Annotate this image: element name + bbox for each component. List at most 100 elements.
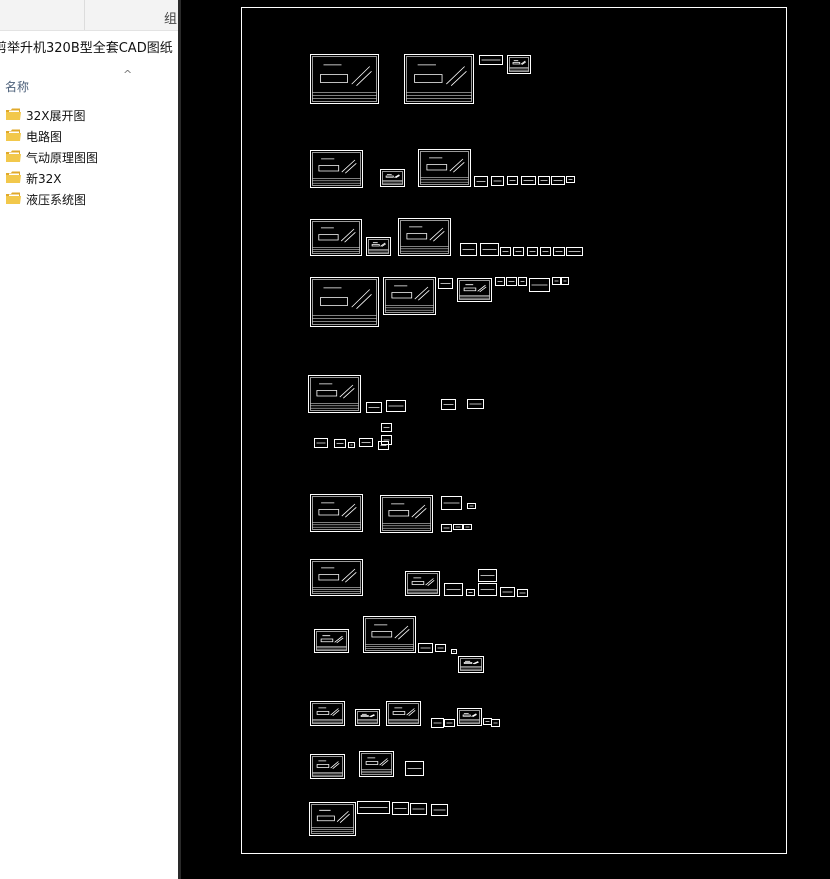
sheet-frame (386, 701, 421, 726)
sheet-sketch (320, 64, 372, 86)
drawing-sheet (357, 801, 390, 814)
sheet-sketch (318, 567, 357, 583)
sheet-frame (380, 495, 433, 533)
list-item[interactable]: 气动原理图图 (0, 147, 178, 168)
drawing-sheet (453, 524, 463, 530)
drawing-sheet (451, 649, 457, 654)
folder-icon (6, 171, 21, 183)
ribbon-toolbar: 组 (0, 0, 180, 31)
sheet-frame (309, 802, 356, 836)
window: 组 剪举升机320B型全套CAD图纸 名称 ^ 32X展开图 电路图 气动原理图… (0, 0, 830, 879)
drawing-sheet (553, 247, 565, 256)
sheet-inner-frame (368, 239, 389, 254)
drawing-sheet (518, 277, 527, 286)
sheet-frame (310, 219, 362, 256)
file-name: 32X展开图 (26, 109, 86, 123)
sheet-sketch (512, 60, 526, 65)
drawing-sheet (359, 438, 373, 447)
drawing-sheet (310, 559, 363, 596)
sheet-sketch (371, 624, 410, 640)
file-name: 新32X (26, 172, 62, 186)
address-bar[interactable]: 剪举升机320B型全套CAD图纸 (0, 36, 180, 62)
folder-icon (6, 129, 21, 141)
sheet-frame (310, 559, 363, 596)
sheet-frame (398, 218, 451, 256)
drawing-sheet (480, 243, 499, 256)
drawing-sheet (441, 399, 456, 410)
file-explorer-pane: 组 剪举升机320B型全套CAD图纸 名称 ^ 32X展开图 电路图 气动原理图… (0, 0, 180, 879)
drawing-sheet (381, 423, 392, 432)
drawing-sheet (314, 629, 349, 653)
drawing-sheet (398, 218, 451, 256)
sheet-inner-frame (312, 221, 360, 254)
sheet-inner-frame (311, 804, 354, 834)
sheet-sketch (318, 502, 357, 518)
sheet-frame (355, 709, 380, 726)
drawing-sheet (380, 169, 405, 187)
drawing-sheet (444, 719, 455, 727)
sheet-sketch (391, 285, 430, 301)
sheet-sketch (371, 242, 386, 247)
drawing-sheet (478, 569, 497, 582)
drawing-sheet (435, 644, 446, 652)
sheet-inner-frame (312, 56, 377, 102)
sheet-sketch (462, 713, 477, 718)
sheet-sketch (385, 174, 400, 179)
list-item[interactable]: 液压系统图 (0, 189, 178, 210)
sheet-frame (366, 237, 391, 256)
sheet-frame (507, 55, 531, 74)
drawing-sheet (551, 176, 565, 185)
drawing-sheet (438, 278, 453, 289)
sheet-sketch (392, 707, 416, 717)
drawing-sheet (566, 247, 583, 256)
sheet-inner-frame (312, 496, 361, 530)
drawing-sheet (310, 754, 345, 779)
column-header-label: 名称 (5, 80, 30, 94)
drawing-sheet (363, 616, 416, 653)
drawing-sheet (521, 176, 536, 185)
drawing-sheet (441, 524, 452, 532)
drawing-sheet (463, 524, 472, 530)
sheet-sketch (320, 635, 344, 644)
file-name: 液压系统图 (26, 193, 87, 207)
drawing-sheet (355, 709, 380, 726)
drawing-sheet (500, 247, 511, 256)
drawing-sheet (460, 243, 477, 256)
sheet-inner-frame (420, 151, 469, 185)
sheet-frame (310, 754, 345, 779)
drawing-sheet (441, 496, 462, 510)
drawing-sheet (404, 54, 474, 104)
sheet-frame (310, 494, 363, 532)
sheet-inner-frame (382, 171, 403, 185)
drawing-sheet (359, 751, 394, 777)
sheet-inner-frame (312, 561, 361, 594)
drawing-sheet (431, 804, 448, 816)
sheet-sketch (318, 158, 357, 174)
sheet-inner-frame (509, 57, 529, 72)
drawing-sheet (310, 701, 345, 726)
sheet-sketch (320, 287, 372, 309)
sheet-frame (458, 656, 484, 673)
drawing-sheet (405, 761, 424, 776)
ribbon-group-label[interactable]: 组 (164, 8, 177, 27)
drawing-sheet (478, 583, 497, 596)
drawing-sheet (507, 176, 518, 185)
cad-drawing-preview (241, 7, 787, 854)
column-header-name[interactable]: 名称 ^ (0, 66, 178, 102)
sheet-inner-frame (460, 658, 482, 671)
file-name: 电路图 (26, 130, 63, 144)
drawing-sheet (474, 176, 488, 187)
ribbon-separator (84, 0, 85, 30)
sheet-inner-frame (357, 711, 378, 724)
list-item[interactable]: 新32X (0, 168, 178, 189)
sheet-sketch (463, 660, 479, 665)
drawing-sheet (506, 277, 517, 286)
drawing-border (241, 7, 787, 854)
list-item[interactable]: 电路图 (0, 126, 178, 147)
list-item[interactable]: 32X展开图 (0, 105, 178, 126)
drawing-sheet (431, 718, 444, 728)
drawing-sheet (457, 278, 492, 302)
sheet-frame (457, 708, 482, 726)
drawing-sheet (380, 495, 433, 533)
sheet-inner-frame (385, 279, 434, 313)
